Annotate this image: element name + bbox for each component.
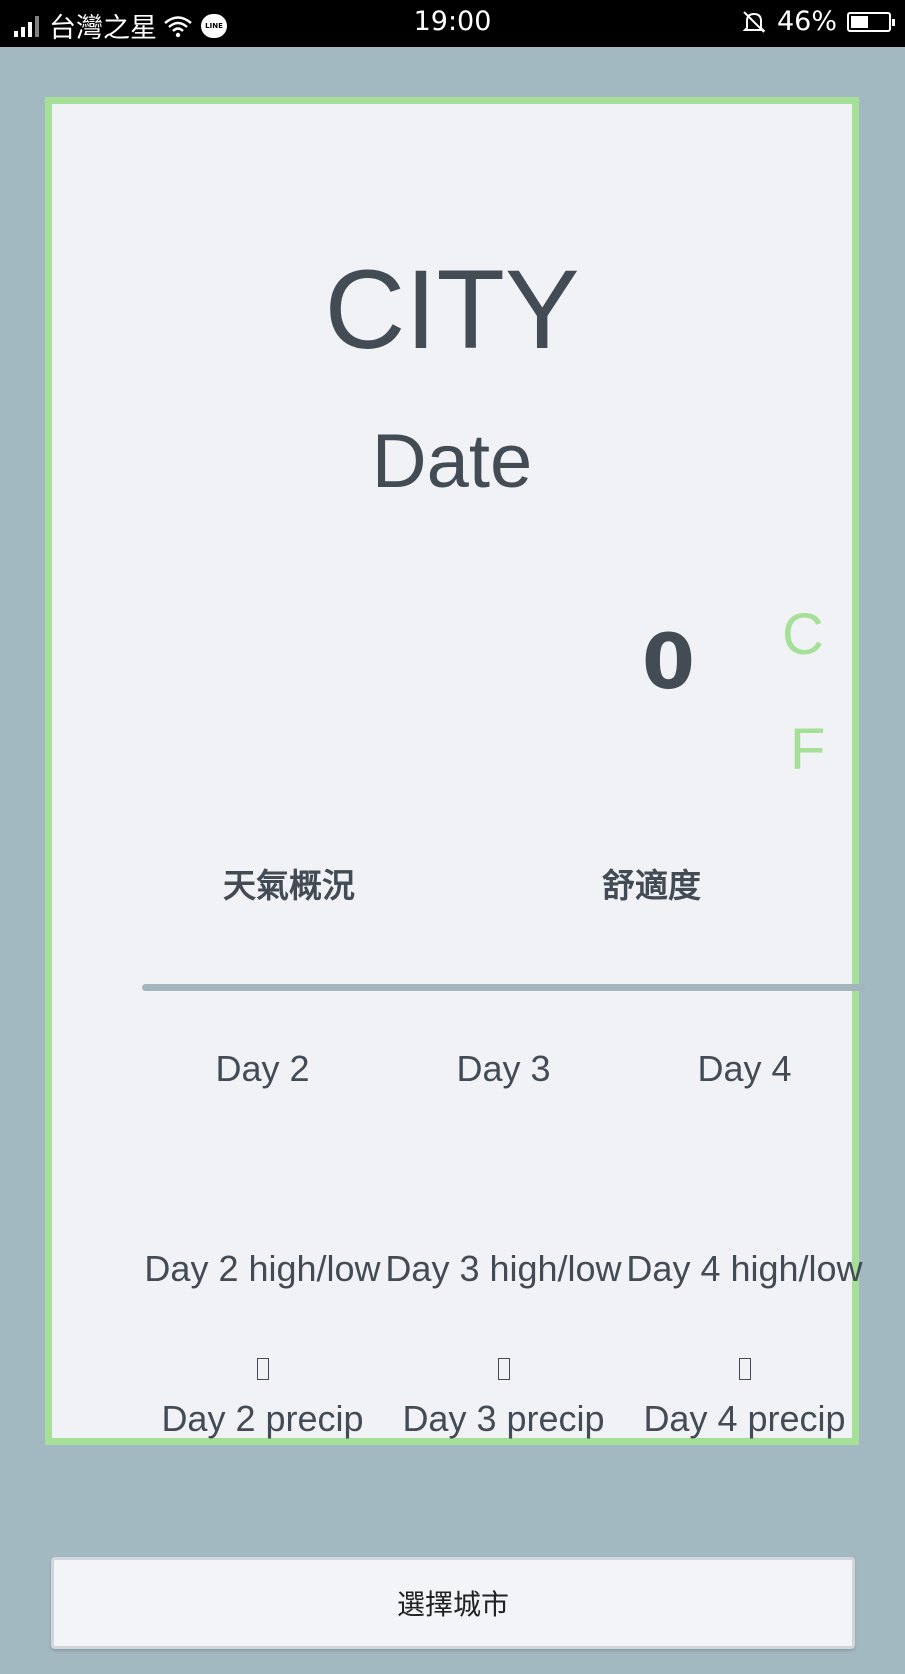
unit-celsius-button[interactable]: C	[782, 606, 824, 664]
forecast-high-low: Day 4 high/low	[626, 1248, 863, 1289]
forecast-weather-icon	[624, 1094, 865, 1244]
forecast-high-low: Day 2 high/low	[144, 1248, 381, 1289]
select-city-button[interactable]: 選擇城市	[51, 1557, 855, 1649]
forecast-weather-icon	[142, 1094, 383, 1244]
forecast-day-label: Day 4	[697, 1048, 792, 1089]
forecast-precip: Day 2 precip	[161, 1398, 364, 1439]
forecast-day-label: Day 2	[215, 1048, 310, 1089]
missing-glyph-icon	[383, 1344, 624, 1394]
forecast-precip: Day 3 precip	[402, 1398, 605, 1439]
weather-card: CITY Date 0 C F 天氣概況 舒適度 Day 2 Day 2 hig…	[45, 97, 866, 1445]
date-label: Date	[371, 419, 533, 504]
muted-bell-icon	[742, 10, 766, 33]
missing-glyph-icon	[142, 1344, 383, 1394]
status-bar: 台灣之星 LINE 19:00 46%	[0, 0, 905, 47]
divider	[142, 984, 866, 991]
battery-icon	[847, 11, 895, 32]
missing-glyph-icon	[624, 1344, 865, 1394]
forecast-high-low: Day 3 high/low	[385, 1248, 622, 1289]
battery-percent: 46%	[776, 6, 837, 37]
forecast-row: Day 2 Day 2 high/low Day 2 precip Day 3 …	[142, 1044, 866, 1494]
city-name: CITY	[324, 247, 580, 372]
comfort-label: 舒適度	[602, 866, 701, 905]
battery-level	[851, 15, 868, 28]
forecast-precip: Day 4 precip	[643, 1398, 846, 1439]
current-temperature: 0	[642, 617, 695, 706]
forecast-day-3: Day 3 Day 3 high/low Day 3 precip	[383, 1044, 624, 1494]
forecast-day-4: Day 4 Day 4 high/low Day 4 precip	[624, 1044, 865, 1494]
forecast-day-2: Day 2 Day 2 high/low Day 2 precip	[142, 1044, 383, 1494]
unit-fahrenheit-button[interactable]: F	[790, 721, 825, 779]
forecast-day-label: Day 3	[456, 1048, 551, 1089]
forecast-weather-icon	[383, 1094, 624, 1244]
weather-condition-label: 天氣概況	[223, 866, 355, 905]
status-right: 46%	[741, 6, 895, 37]
